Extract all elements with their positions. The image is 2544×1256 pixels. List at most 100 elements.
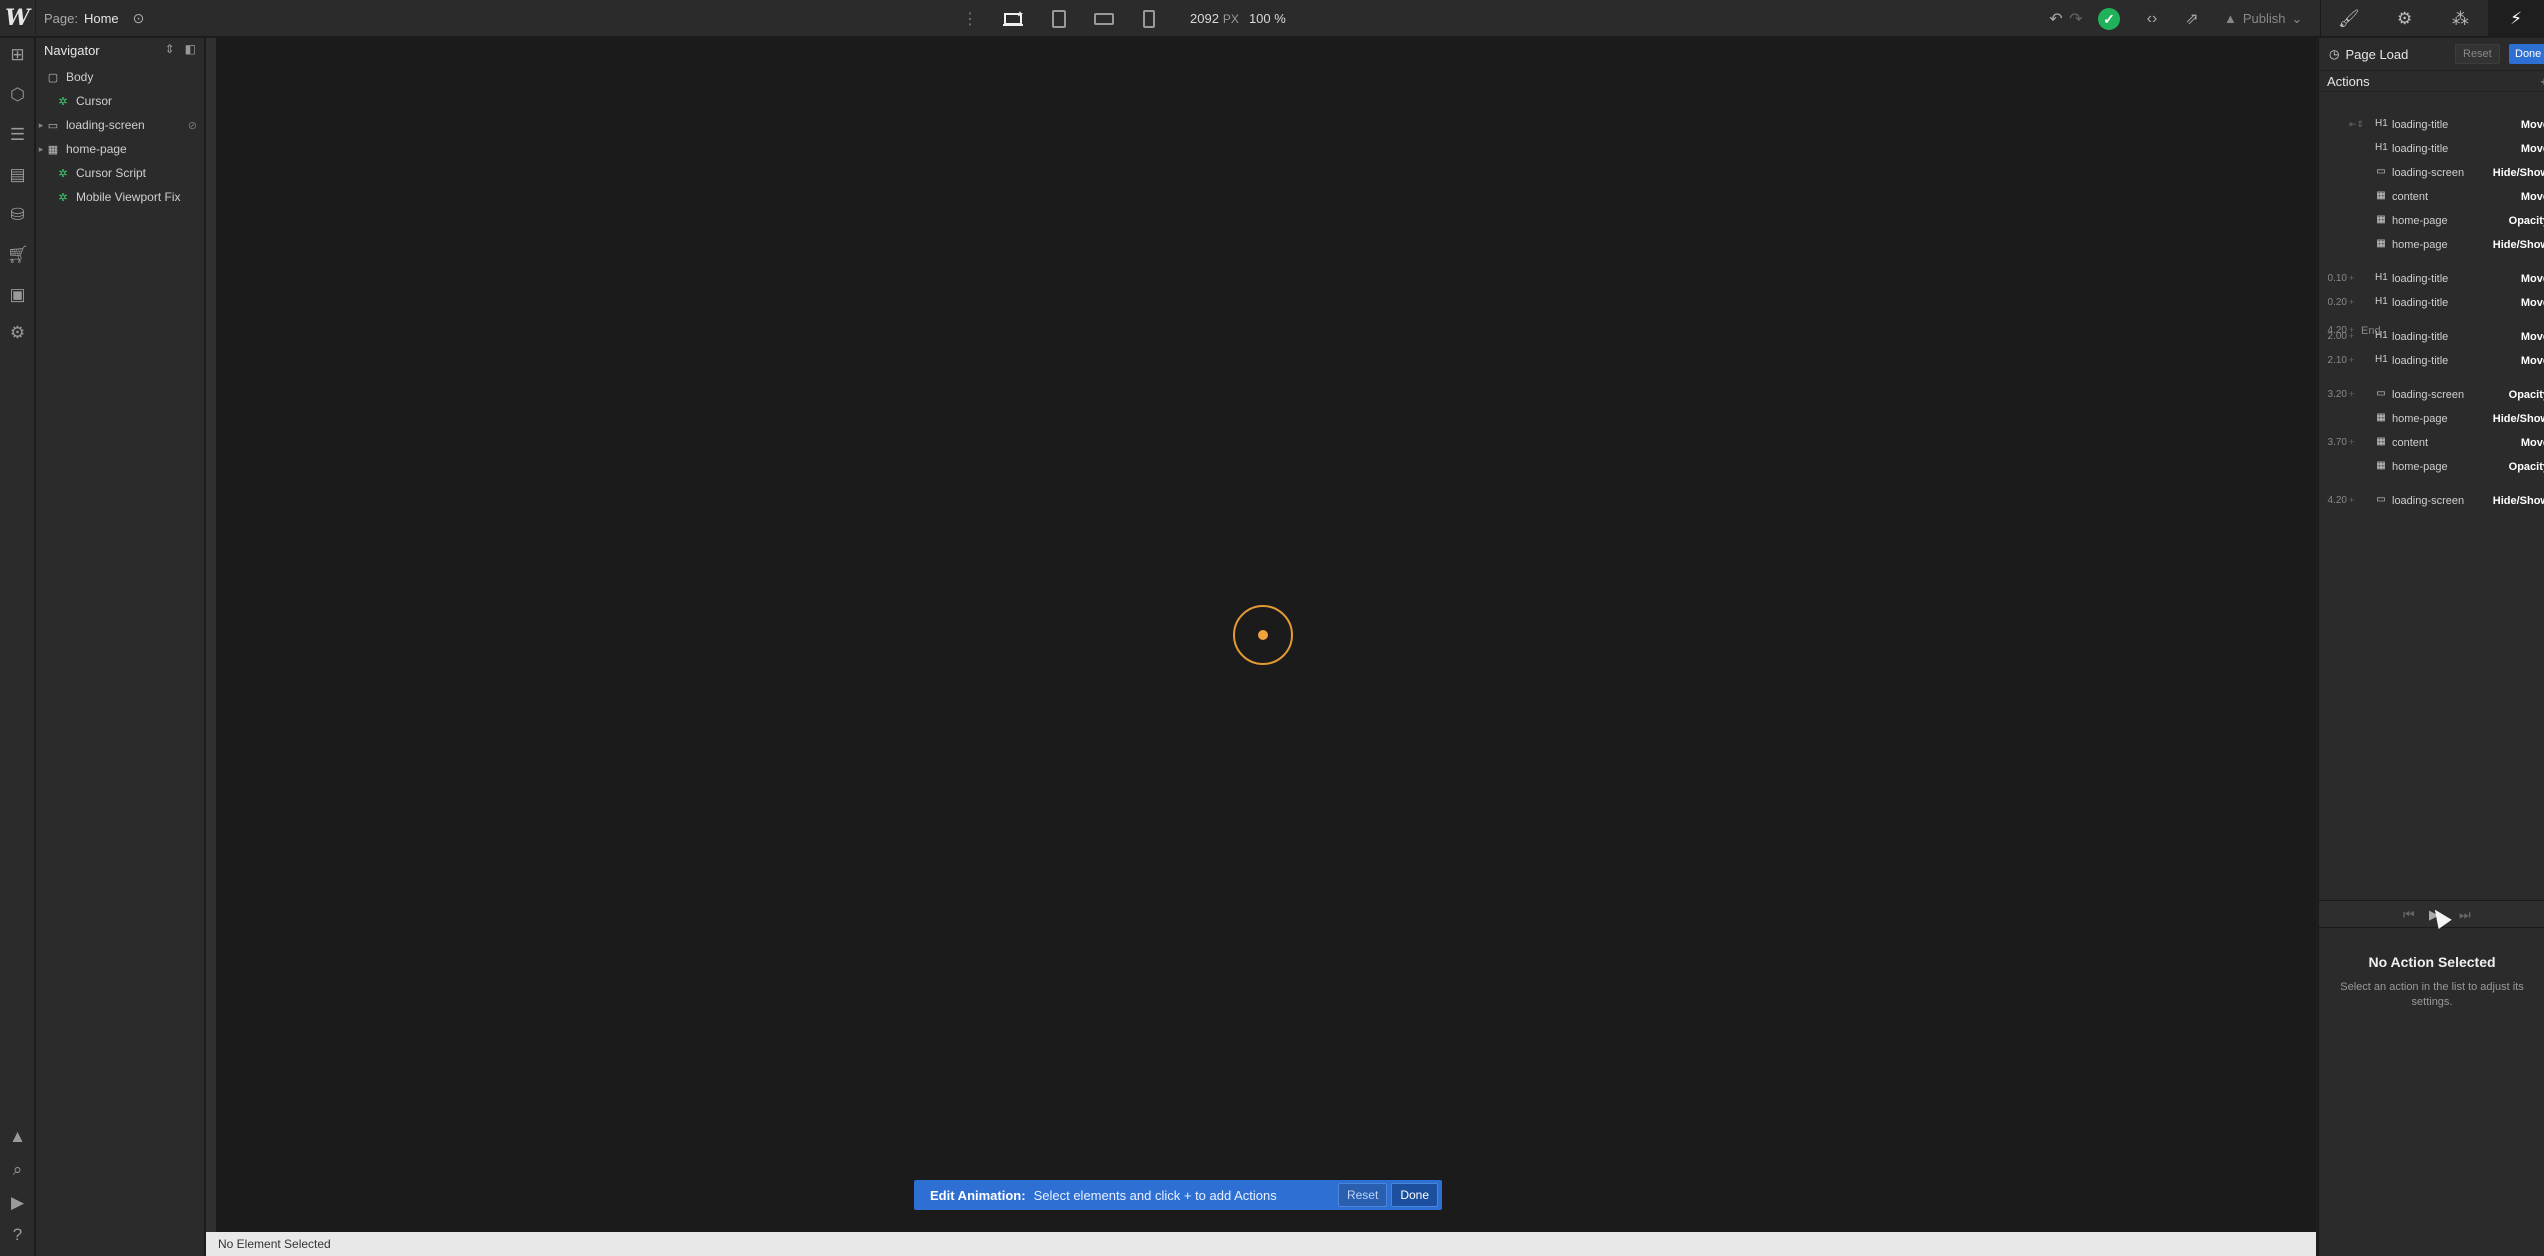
element-type-icon: H1 bbox=[2375, 118, 2388, 129]
timeline-end-row: 4.20 + End bbox=[2319, 320, 2544, 342]
action-row[interactable]: 0.10+ H1 loading-title Move bbox=[2319, 268, 2544, 290]
edit-animation-bar: Edit Animation: Select elements and clic… bbox=[914, 1180, 1442, 1210]
action-row[interactable]: ▦ home-page Opacity bbox=[2319, 210, 2544, 232]
action-target: loading-screen bbox=[2392, 167, 2465, 179]
skip-back-icon[interactable]: ⏮ bbox=[2403, 907, 2415, 923]
action-row[interactable]: ⇤⇕ H1 loading-title Move bbox=[2319, 114, 2544, 136]
webflow-logo[interactable]: W bbox=[0, 0, 36, 37]
design-canvas[interactable]: Edit Animation: Select elements and clic… bbox=[216, 38, 2316, 1232]
style-brush-icon[interactable]: 🖌︎ bbox=[2321, 0, 2377, 37]
publish-label: Publish bbox=[2242, 11, 2286, 26]
add-element-icon[interactable]: ⊞ bbox=[0, 38, 35, 72]
page-settings-icon[interactable]: ⊙ bbox=[133, 10, 145, 27]
action-type: Hide/Show bbox=[2492, 167, 2544, 179]
caret-right-icon[interactable]: ▸ bbox=[36, 120, 46, 131]
project-settings-icon[interactable]: ⚙ bbox=[0, 316, 35, 350]
cms-database-icon[interactable]: ⛁ bbox=[0, 198, 35, 232]
action-type: Hide/Show bbox=[2492, 413, 2544, 425]
action-target: loading-title bbox=[2392, 143, 2449, 155]
no-action-subtitle: Select an action in the list to adjust i… bbox=[2340, 981, 2524, 1008]
nav-item-body[interactable]: ▢ Body bbox=[36, 65, 205, 89]
navigator-title: Navigator bbox=[44, 42, 100, 58]
search-icon[interactable]: ⌕ bbox=[0, 1153, 35, 1187]
nav-item-home-page[interactable]: ▸ ▦ home-page bbox=[36, 137, 205, 161]
mobile-landscape-breakpoint-icon[interactable] bbox=[1082, 0, 1126, 37]
ecommerce-cart-icon[interactable]: 🛒︎ bbox=[0, 238, 35, 272]
end-time: 4.20 bbox=[2327, 325, 2347, 336]
actions-header: Actions + bbox=[2319, 70, 2544, 92]
settings-gear-icon[interactable]: ⚙ bbox=[2377, 0, 2433, 37]
plus-icon[interactable]: + bbox=[2349, 389, 2354, 399]
more-breakpoints-icon[interactable]: ⋮ bbox=[958, 0, 982, 37]
nav-item-mobile-viewport-fix[interactable]: ✲ Mobile Viewport Fix bbox=[36, 185, 205, 209]
share-icon[interactable]: ⇗ bbox=[2180, 0, 2204, 37]
action-type: Hide/Show bbox=[2492, 495, 2544, 507]
action-row[interactable]: ▦ home-page Opacity bbox=[2319, 456, 2544, 478]
edit-animation-message: Select elements and click + to add Actio… bbox=[1033, 1187, 1277, 1203]
end-label: End bbox=[2361, 325, 2381, 337]
tablet-breakpoint-icon[interactable] bbox=[1037, 0, 1081, 37]
action-row[interactable]: H1 loading-title Move bbox=[2319, 138, 2544, 160]
element-type-icon: H1 bbox=[2375, 142, 2388, 153]
code-export-icon[interactable]: ‹› bbox=[2140, 0, 2164, 37]
custom-cursor-dot bbox=[1258, 630, 1268, 640]
panel-reset-button[interactable]: Reset bbox=[2455, 44, 2500, 64]
action-type: Opacity bbox=[2508, 461, 2544, 473]
action-target: loading-title bbox=[2392, 273, 2449, 285]
desktop-breakpoint-icon[interactable] bbox=[992, 0, 1036, 37]
action-row[interactable]: 0.20+ H1 loading-title Move bbox=[2319, 292, 2544, 314]
panel-resize-strip[interactable] bbox=[206, 38, 216, 1256]
plus-icon[interactable]: + bbox=[2349, 273, 2354, 283]
action-row[interactable]: 4.20 + ▭ loading-screen Hide/Show bbox=[2319, 490, 2544, 512]
assets-icon[interactable]: ▣ bbox=[0, 278, 35, 312]
action-row[interactable]: 2.10+ H1 loading-title Move bbox=[2319, 350, 2544, 372]
dock-panel-icon[interactable]: ◧ bbox=[185, 42, 196, 56]
edit-bar-reset-button[interactable]: Reset bbox=[1337, 1183, 1388, 1207]
action-row[interactable]: 3.20+ ▭ loading-screen Opacity bbox=[2319, 384, 2544, 406]
status-text: No Element Selected bbox=[218, 1237, 331, 1251]
action-row[interactable]: ▭ loading-screen Hide/Show bbox=[2319, 162, 2544, 184]
caret-right-icon[interactable]: ▸ bbox=[36, 144, 46, 155]
publish-button[interactable]: ▲ Publish ⌄ bbox=[2224, 0, 2302, 37]
site-status-check-icon[interactable]: ✓ bbox=[2098, 8, 2120, 30]
plus-icon[interactable]: + bbox=[2349, 495, 2354, 505]
pages-icon[interactable]: ▤ bbox=[0, 158, 35, 192]
add-action-icon[interactable]: + bbox=[2540, 74, 2544, 89]
plus-icon[interactable]: + bbox=[2349, 355, 2354, 365]
mobile-portrait-breakpoint-icon[interactable] bbox=[1127, 0, 1171, 37]
action-row[interactable]: ▦ home-page Hide/Show bbox=[2319, 234, 2544, 256]
action-type: Opacity bbox=[2508, 215, 2544, 227]
help-icon[interactable]: ? bbox=[0, 1218, 35, 1252]
style-manager-icon[interactable]: ⁂ bbox=[2433, 0, 2489, 37]
page-selector[interactable]: Home bbox=[84, 11, 119, 26]
plus-icon[interactable]: + bbox=[2349, 437, 2354, 447]
action-time: 3.70 bbox=[2327, 437, 2347, 448]
navigator-icon[interactable]: ☰ bbox=[0, 118, 35, 152]
action-target: home-page bbox=[2392, 215, 2448, 227]
audit-icon[interactable]: ▲ bbox=[0, 1120, 35, 1154]
symbols-cube-icon[interactable]: ⬡ bbox=[0, 78, 35, 112]
action-type: Move bbox=[2520, 191, 2544, 203]
nav-item-cursor-script[interactable]: ✲ Cursor Script bbox=[36, 161, 205, 185]
interactions-bolt-icon[interactable]: ⚡︎ bbox=[2488, 0, 2544, 37]
element-type-icon: ▭ bbox=[2376, 494, 2386, 505]
action-row[interactable]: ▦ content Move bbox=[2319, 186, 2544, 208]
undo-icon[interactable]: ↶ bbox=[2046, 0, 2066, 37]
plus-icon[interactable]: + bbox=[2349, 297, 2354, 307]
action-target: content bbox=[2392, 191, 2429, 203]
skip-forward-icon[interactable]: ⏭ bbox=[2459, 907, 2471, 923]
nav-item-loading-screen[interactable]: ▸ ▭ loading-screen ⊘ bbox=[36, 113, 205, 137]
hidden-eye-icon[interactable]: ⊘ bbox=[188, 119, 197, 132]
expand-collapse-icon[interactable]: ⇕ bbox=[165, 42, 175, 56]
video-tutorials-icon[interactable]: ▶︎ bbox=[0, 1186, 35, 1220]
nav-item-cursor[interactable]: ✲ Cursor bbox=[36, 89, 205, 113]
panel-done-button[interactable]: Done bbox=[2509, 44, 2544, 64]
redo-icon[interactable]: ↷ bbox=[2066, 0, 2086, 37]
action-controls-icon[interactable]: ⇤⇕ bbox=[2349, 119, 2364, 130]
edit-bar-done-button[interactable]: Done bbox=[1391, 1183, 1438, 1207]
element-type-icon: ▭ bbox=[2376, 166, 2386, 177]
action-row[interactable]: 3.70+ ▦ content Move bbox=[2319, 432, 2544, 454]
action-row[interactable]: ▦ home-page Hide/Show bbox=[2319, 408, 2544, 430]
action-target: loading-screen bbox=[2392, 495, 2465, 507]
interactions-panel: ◷ Page Load Reset Done Actions + ⇤⇕ H1 loa… bbox=[2318, 38, 2544, 1256]
